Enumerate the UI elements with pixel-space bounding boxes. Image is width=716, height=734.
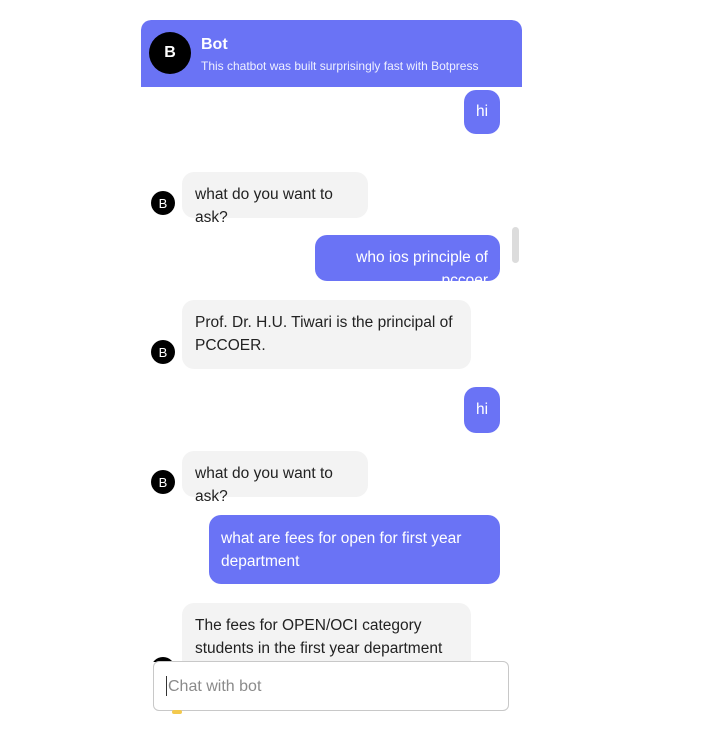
user-message: hi: [464, 90, 500, 134]
bot-message: what do you want to ask?: [182, 172, 368, 226]
bot-message: Prof. Dr. H.U. Tiwari is the principal o…: [182, 300, 471, 369]
message-text: what are fees for open for first year de…: [221, 530, 462, 570]
chat-header: B Bot This chatbot was built surprisingl…: [141, 20, 522, 87]
bot-message-avatar: B: [151, 470, 175, 494]
scrollbar-thumb[interactable]: [512, 227, 519, 263]
message-text: hi: [475, 103, 489, 120]
bot-name: Bot: [201, 36, 228, 53]
message-text: who ios principle of pccoer: [356, 249, 488, 289]
message-text: what do you want to ask?: [195, 186, 333, 226]
bot-description: This chatbot was built surprisingly fast…: [201, 59, 479, 73]
bot-message: The fees for OPEN/OCI category students …: [182, 603, 471, 662]
message-text: what do you want to ask?: [195, 465, 333, 505]
chat-window: B Bot This chatbot was built surprisingl…: [141, 20, 522, 734]
user-message: what are fees for open for first year de…: [209, 515, 500, 584]
bot-message-avatar: B: [151, 191, 175, 215]
message-list[interactable]: hi B what do you want to ask? who ios pr…: [141, 87, 522, 662]
message-text: Prof. Dr. H.U. Tiwari is the principal o…: [195, 314, 453, 354]
message-text: hi: [475, 401, 489, 418]
bot-avatar: B: [149, 32, 191, 74]
chat-composer[interactable]: [153, 661, 509, 711]
chat-input[interactable]: [166, 674, 500, 700]
user-message: who ios principle of pccoer: [315, 235, 500, 289]
bot-message: what do you want to ask?: [182, 451, 368, 505]
user-message: hi: [464, 387, 500, 433]
botpress-logo-icon: [172, 710, 182, 714]
message-text: The fees for OPEN/OCI category students …: [195, 617, 443, 657]
bot-message-avatar: B: [151, 340, 175, 364]
